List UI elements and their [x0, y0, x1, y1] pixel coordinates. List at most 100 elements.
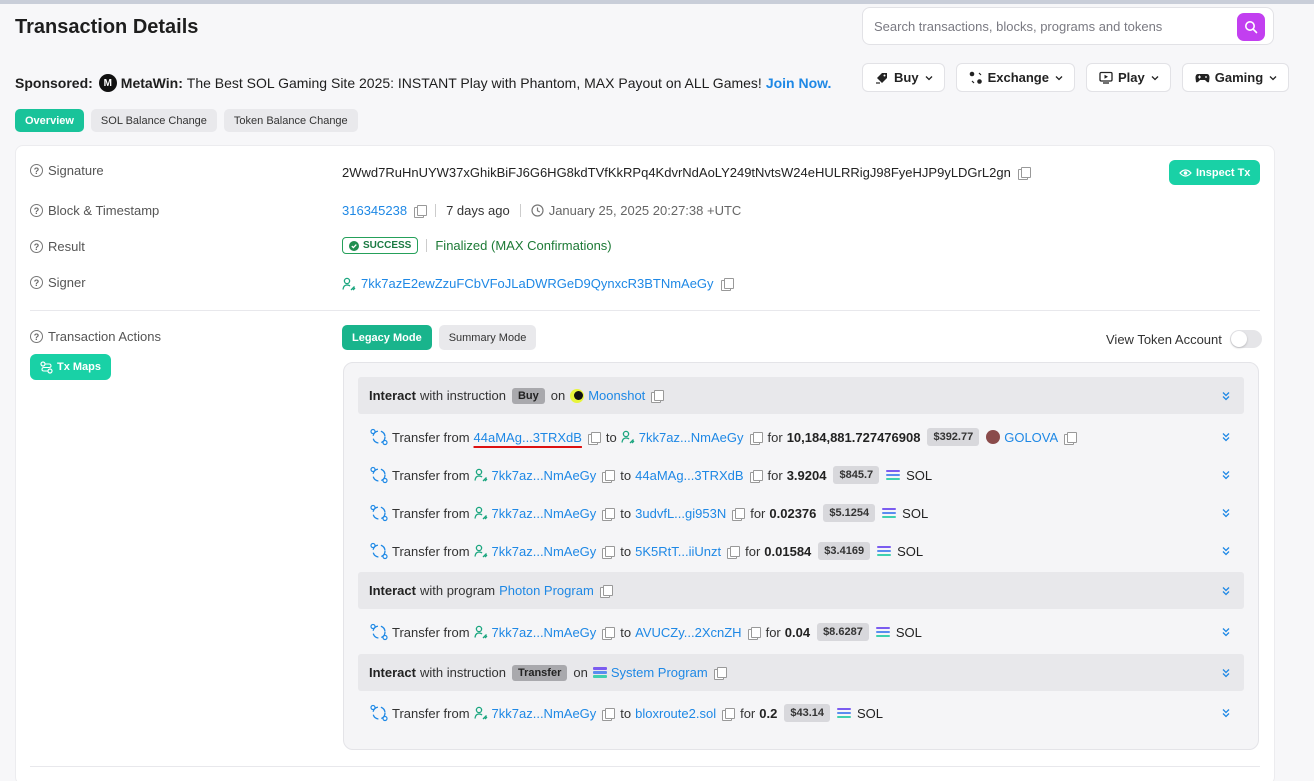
amount-value: 3.9204: [786, 467, 827, 483]
instruction-header[interactable]: Interact with instruction Buy on Moonsho…: [358, 377, 1244, 414]
instruction-mid-text: with instruction: [419, 388, 506, 403]
nav-exchange-button[interactable]: Exchange: [955, 63, 1075, 92]
double-chevron-down-icon[interactable]: [1220, 431, 1232, 443]
chevron-down-icon: [1055, 75, 1063, 80]
nav-gaming-label: Gaming: [1214, 70, 1264, 85]
nav-play-button[interactable]: Play: [1085, 63, 1171, 92]
block-link[interactable]: 316345238: [342, 203, 407, 218]
amount-value: 0.04: [784, 624, 811, 640]
to-address-link[interactable]: 7kk7az...NmAeGy: [639, 430, 744, 445]
wallet-user-icon: [473, 706, 487, 720]
summary-mode-button[interactable]: Summary Mode: [438, 325, 537, 350]
token-link[interactable]: GOLOVA: [1004, 430, 1058, 445]
tab-token-balance-change[interactable]: Token Balance Change: [223, 109, 358, 132]
from-address-link[interactable]: 44aMAg...3TRXdB: [474, 430, 582, 445]
wallet-user-icon: [473, 544, 487, 558]
tab-overview[interactable]: Overview: [15, 109, 84, 132]
copy-icon[interactable]: [599, 585, 613, 598]
signer-link[interactable]: 7kk7azE2ewZzuFCbVFoJLaDWRGeD9QynxcR3BTNm…: [361, 276, 714, 291]
to-address-link[interactable]: AVUCZy...2XcnZH: [635, 625, 741, 640]
tab-sol-balance-change[interactable]: SOL Balance Change: [90, 109, 217, 132]
instruction-header[interactable]: Interact with instruction Transfer on Sy…: [358, 654, 1244, 691]
nav-buy-button[interactable]: Buy: [862, 63, 945, 92]
double-chevron-down-icon[interactable]: [1220, 707, 1232, 719]
check-circle-icon: [349, 240, 359, 251]
transfer-row: Transfer from 7kk7az...NmAeGy to 5K5RtT.…: [370, 542, 923, 560]
transaction-actions-label: ? Transaction Actions: [30, 329, 161, 344]
tx-maps-button[interactable]: Tx Maps: [30, 354, 112, 380]
program-link[interactable]: System Program: [611, 665, 708, 680]
copy-icon[interactable]: [602, 707, 616, 721]
interact-text: Interact: [369, 665, 416, 680]
double-chevron-down-icon[interactable]: [1220, 507, 1232, 519]
copy-icon[interactable]: [602, 545, 616, 559]
double-chevron-down-icon[interactable]: [1220, 469, 1232, 481]
view-token-account-toggle[interactable]: [1229, 330, 1262, 348]
from-address-link[interactable]: 7kk7az...NmAeGy: [492, 544, 597, 559]
to-address-link[interactable]: bloxroute2.sol: [635, 706, 716, 721]
to-address-link[interactable]: 3udvfL...gi953N: [635, 506, 726, 521]
transfer-row: Transfer from 7kk7az...NmAeGy to 44aMAg.…: [370, 466, 932, 484]
nav-gaming-button[interactable]: Gaming: [1181, 63, 1290, 92]
copy-icon[interactable]: [720, 278, 734, 291]
signature-text: 2Wwd7RuHnUYW37xGhikBiFJ6G6HG8kdTVfKkRPq4…: [342, 165, 1011, 180]
search-input[interactable]: [863, 8, 1223, 44]
block-ago: 7 days ago: [446, 203, 510, 218]
from-address-link[interactable]: 7kk7az...NmAeGy: [492, 706, 597, 721]
instruction-badge: Buy: [511, 387, 545, 404]
instruction-header[interactable]: Interact with program Photon Program: [358, 572, 1244, 609]
sol-token-icon: [837, 707, 851, 719]
top-nav: Buy Exchange Play Gaming: [862, 63, 1290, 92]
to-address-link[interactable]: 44aMAg...3TRXdB: [635, 468, 743, 483]
double-chevron-down-icon[interactable]: [1220, 390, 1232, 402]
double-chevron-down-icon[interactable]: [1220, 585, 1232, 597]
double-chevron-down-icon[interactable]: [1220, 626, 1232, 638]
copy-icon[interactable]: [1064, 431, 1078, 445]
copy-icon[interactable]: [587, 431, 601, 445]
from-address-link[interactable]: 7kk7az...NmAeGy: [492, 468, 597, 483]
double-chevron-down-icon[interactable]: [1220, 667, 1232, 679]
copy-icon[interactable]: [749, 469, 763, 483]
copy-icon[interactable]: [1017, 167, 1031, 180]
double-chevron-down-icon[interactable]: [1220, 545, 1232, 557]
usd-value-badge: $43.14: [784, 704, 830, 722]
sol-token-icon: [877, 545, 892, 557]
from-address-link[interactable]: 7kk7az...NmAeGy: [492, 625, 597, 640]
play-icon: [1099, 71, 1113, 84]
copy-icon[interactable]: [722, 707, 736, 721]
nav-play-label: Play: [1117, 70, 1145, 85]
result-value: SUCCESS Finalized (MAX Confirmations): [342, 237, 612, 254]
program-link[interactable]: Photon Program: [499, 583, 594, 598]
to-address-link[interactable]: 5K5RtT...iiUnzt: [635, 544, 721, 559]
result-label: ? Result: [30, 239, 85, 254]
signature-label: ? Signature: [30, 163, 104, 178]
search-icon: [1245, 21, 1258, 34]
sol-token-icon: [886, 469, 901, 481]
copy-icon[interactable]: [651, 390, 665, 403]
search-button[interactable]: [1237, 13, 1265, 41]
from-address-link[interactable]: 7kk7az...NmAeGy: [492, 506, 597, 521]
tag-icon: [876, 73, 887, 84]
block-timestamp: January 25, 2025 20:27:38 +UTC: [548, 203, 742, 218]
copy-icon[interactable]: [727, 545, 741, 559]
copy-icon[interactable]: [602, 626, 616, 640]
token-name: SOL: [897, 543, 924, 559]
inspect-tx-button[interactable]: Inspect Tx: [1169, 160, 1261, 185]
copy-icon[interactable]: [732, 507, 746, 521]
copy-icon[interactable]: [713, 667, 727, 680]
join-now-link[interactable]: Join Now.: [766, 75, 832, 91]
copy-icon[interactable]: [747, 626, 761, 640]
view-token-account-label: View Token Account: [1106, 331, 1222, 347]
copy-icon[interactable]: [414, 205, 428, 218]
program-link[interactable]: Moonshot: [588, 388, 645, 403]
copy-icon[interactable]: [602, 469, 616, 483]
legacy-mode-button[interactable]: Legacy Mode: [342, 325, 432, 350]
sponsor-banner: Sponsored: M MetaWin: The Best SOL Gamin…: [15, 74, 831, 92]
for-text: for: [745, 543, 761, 559]
sol-token-icon: [882, 507, 897, 519]
token-name: SOL: [895, 624, 922, 640]
copy-icon[interactable]: [749, 431, 763, 445]
usd-value-badge: $392.77: [927, 428, 980, 446]
metawin-logo-icon: M: [98, 74, 117, 92]
copy-icon[interactable]: [602, 507, 616, 521]
